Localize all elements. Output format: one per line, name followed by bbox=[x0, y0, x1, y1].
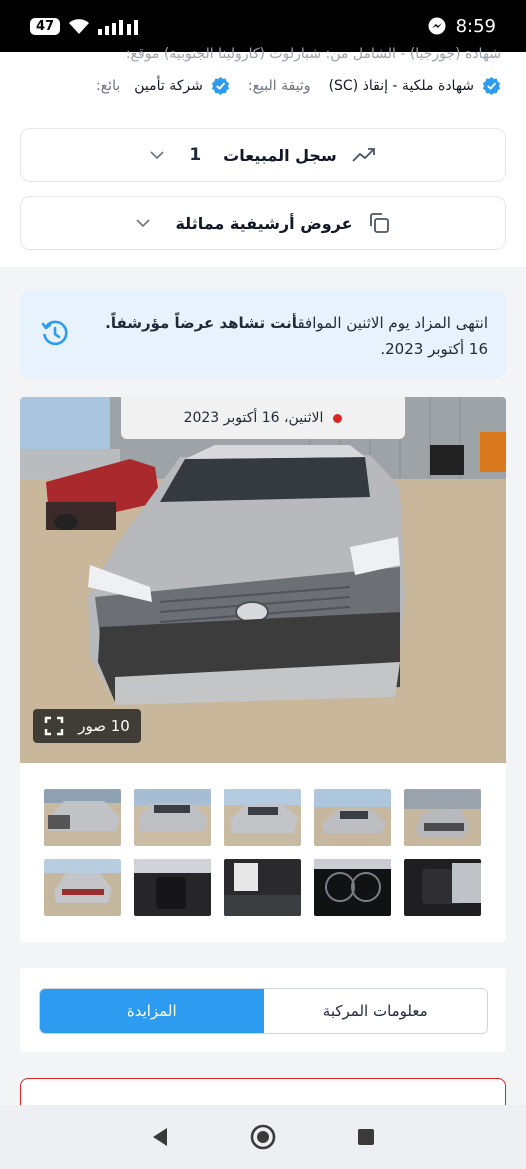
verified-icon bbox=[482, 76, 501, 95]
messenger-icon bbox=[428, 17, 446, 35]
chevron-down-icon bbox=[150, 151, 164, 160]
archived-notice: انتهى المزاد يوم الاثنين الموافقأنت تشاه… bbox=[20, 290, 506, 378]
notice-text-c: 16 أكتوبر 2023. bbox=[380, 340, 488, 358]
trend-up-icon bbox=[352, 148, 375, 162]
thumbnail-10[interactable] bbox=[44, 859, 121, 916]
battery-indicator: 47 bbox=[30, 17, 61, 35]
notice-text-a: انتهى المزاد يوم الاثنين الموافق bbox=[297, 314, 488, 332]
photo-gallery: الاثنين، 16 أكتوبر 2023 10 صور bbox=[20, 397, 506, 942]
similar-offers-accordion[interactable]: عروض أرشيفية مماثلة bbox=[20, 196, 506, 250]
thumbnail-3[interactable] bbox=[224, 789, 301, 846]
tab-vehicle-info[interactable]: معلومات المركبة bbox=[263, 989, 487, 1033]
status-bar: 47 8:59 bbox=[0, 0, 526, 52]
chevron-down-icon bbox=[136, 219, 151, 228]
details-tabs: المزايدة معلومات المركبة bbox=[39, 988, 488, 1034]
sale-document-label: وثيقة البيع: bbox=[247, 77, 311, 94]
auction-date-pill: الاثنين، 16 أكتوبر 2023 bbox=[121, 397, 405, 439]
seller-value: شركة تأمين bbox=[134, 77, 203, 94]
verified-icon bbox=[211, 76, 229, 95]
home-icon[interactable] bbox=[249, 1123, 277, 1151]
fullscreen-icon bbox=[45, 716, 64, 736]
sales-history-count: 1 bbox=[189, 145, 202, 165]
status-right: 8:59 bbox=[428, 16, 496, 37]
thumbnail-9[interactable] bbox=[134, 859, 211, 916]
recents-icon[interactable] bbox=[356, 1127, 376, 1147]
thumbnail-4[interactable] bbox=[134, 789, 211, 846]
main-vehicle-photo[interactable]: الاثنين، 16 أكتوبر 2023 10 صور bbox=[20, 397, 506, 763]
thumbnail-7[interactable] bbox=[314, 859, 391, 916]
status-left: 47 bbox=[30, 17, 140, 35]
tab-auction[interactable]: المزايدة bbox=[40, 989, 264, 1033]
thumbnail-2[interactable] bbox=[314, 789, 391, 846]
photo-count-button[interactable]: 10 صور bbox=[33, 709, 141, 743]
title-document-value: شهادة ملكية - إنقاذ (SC) bbox=[328, 77, 474, 94]
sales-history-accordion[interactable]: سجل المبيعات 1 bbox=[20, 128, 506, 182]
sales-history-label: سجل المبيعات bbox=[223, 145, 337, 165]
document-row: شهادة ملكية - إنقاذ (SC) وثيقة البيع: شر… bbox=[96, 76, 501, 95]
back-icon[interactable] bbox=[150, 1126, 170, 1148]
thumbnail-1[interactable] bbox=[404, 789, 481, 846]
history-icon bbox=[41, 320, 68, 346]
thumbnail-5[interactable] bbox=[44, 789, 121, 846]
thumbnail-8[interactable] bbox=[224, 859, 301, 916]
auction-date: الاثنين، 16 أكتوبر 2023 bbox=[183, 410, 324, 426]
clock: 8:59 bbox=[455, 15, 496, 37]
wifi-icon bbox=[69, 18, 90, 34]
signal-icon bbox=[98, 19, 139, 35]
details-tabs-card: المزايدة معلومات المركبة bbox=[20, 968, 506, 1052]
thumbnail-6[interactable] bbox=[404, 859, 481, 916]
cut-off-info-line: شهادة (جورجيا) - الشامل من: شبارلوت (كار… bbox=[125, 46, 501, 62]
similar-offers-label: عروض أرشيفية مماثلة bbox=[175, 213, 353, 233]
notice-text-b: أنت تشاهد عرضاً مؤرشفاً. bbox=[105, 314, 298, 332]
photo-count: 10 صور bbox=[78, 717, 130, 735]
copy-icon bbox=[369, 213, 389, 233]
live-dot-icon bbox=[333, 413, 343, 423]
android-nav-bar bbox=[0, 1105, 526, 1169]
vehicle-info-card: شهادة (جورجيا) - الشامل من: شبارلوت (كار… bbox=[0, 46, 526, 267]
seller-label: بائع: bbox=[96, 77, 121, 94]
